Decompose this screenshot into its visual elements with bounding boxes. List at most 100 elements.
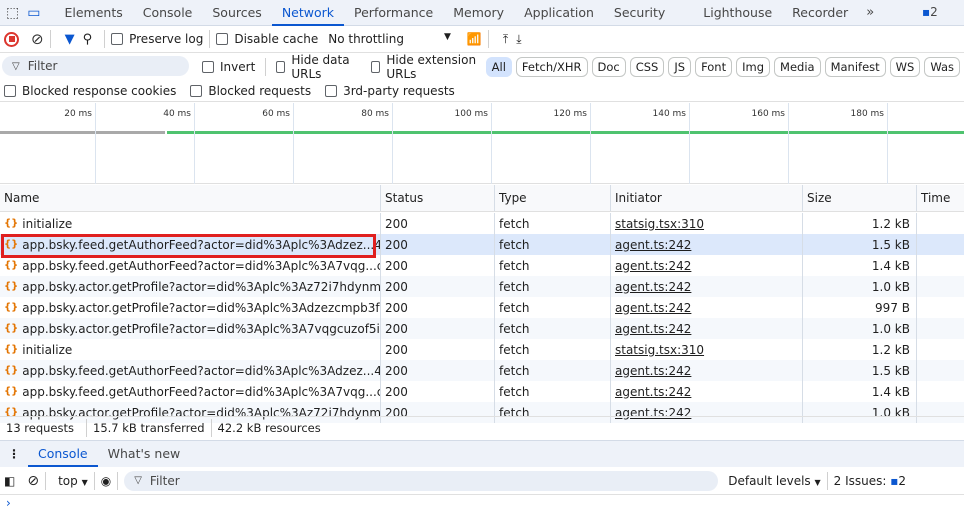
cell-text: 1.2 kB bbox=[871, 342, 910, 357]
table-row[interactable]: {} initialize 200 fetch statsig.tsx:310 1.2 k… bbox=[0, 213, 964, 234]
request-name[interactable]: app.bsky.actor.getProfile?actor=did%3Apl… bbox=[22, 301, 380, 315]
initiator-link[interactable]: agent.ts:242 bbox=[615, 364, 691, 378]
initiator-link[interactable]: agent.ts:242 bbox=[615, 259, 691, 273]
tab-recorder[interactable]: Recorder bbox=[782, 0, 858, 26]
initiator-link[interactable]: agent.ts:242 bbox=[615, 238, 691, 252]
initiator-link[interactable]: agent.ts:242 bbox=[615, 301, 691, 315]
filter-chip-all[interactable]: All bbox=[485, 56, 512, 77]
cell-initiator[interactable]: agent.ts:242 bbox=[610, 318, 802, 339]
filter-chip-img[interactable]: Img bbox=[736, 56, 771, 77]
request-name[interactable]: app.bsky.feed.getAuthorFeed?actor=did%3A… bbox=[22, 364, 380, 378]
table-row[interactable]: {} app.bsky.actor.getProfile?actor=did%3A… bbox=[0, 318, 964, 339]
inspect-element-icon[interactable]: ⬚ bbox=[6, 5, 19, 21]
drawer-menu-icon[interactable]: ⋮ bbox=[0, 447, 28, 461]
column-header-time[interactable]: Time bbox=[916, 185, 964, 211]
blocked-response-cookies-checkbox[interactable]: Blocked response cookies bbox=[4, 84, 176, 98]
tab-whats-new[interactable]: What's new bbox=[98, 441, 191, 467]
table-row[interactable]: {} app.bsky.actor.getProfile?actor=did%3A… bbox=[0, 276, 964, 297]
initiator-link[interactable]: statsig.tsx:310 bbox=[615, 343, 704, 357]
disable-cache-checkbox[interactable]: Disable cache bbox=[216, 32, 318, 46]
column-header-size[interactable]: Size bbox=[802, 185, 916, 211]
column-header-initiator[interactable]: Initiator bbox=[610, 185, 802, 211]
initiator-link[interactable]: agent.ts:242 bbox=[615, 280, 691, 294]
cell-text: 200 bbox=[385, 300, 408, 315]
column-header-status[interactable]: Status bbox=[380, 185, 494, 211]
tab-security[interactable]: Security bbox=[604, 0, 675, 26]
filter-chip-doc[interactable]: Doc bbox=[591, 56, 626, 77]
filter-chip-media[interactable]: Media bbox=[774, 56, 821, 77]
request-name[interactable]: app.bsky.actor.getProfile?actor=did%3Apl… bbox=[22, 280, 380, 294]
tab-lighthouse[interactable]: Lighthouse bbox=[693, 0, 782, 26]
sidebar-toggle-icon[interactable]: ◧ bbox=[4, 474, 15, 488]
table-row[interactable]: {} app.bsky.feed.getAuthorFeed?actor=did%… bbox=[0, 255, 964, 276]
tab-console[interactable]: Console bbox=[133, 0, 203, 26]
filter-chip-css[interactable]: CSS bbox=[629, 56, 665, 77]
export-har-icon[interactable]: ⤓ bbox=[516, 32, 521, 47]
filter-chip-was[interactable]: Was bbox=[924, 56, 960, 77]
cell-initiator[interactable]: agent.ts:242 bbox=[610, 255, 802, 276]
cell-initiator[interactable]: agent.ts:242 bbox=[610, 381, 802, 402]
import-har-icon[interactable]: ⤒ bbox=[503, 32, 508, 47]
tab-elements[interactable]: Elements bbox=[54, 0, 132, 26]
cell-type: fetch bbox=[494, 381, 610, 402]
overview-timeline[interactable]: 20 ms 40 ms 60 ms 80 ms 100 ms 120 ms 140 ms 16… bbox=[0, 103, 964, 184]
tab-performance[interactable]: Performance bbox=[344, 0, 443, 26]
cell-initiator[interactable]: agent.ts:242 bbox=[610, 360, 802, 381]
request-name[interactable]: initialize bbox=[22, 217, 72, 231]
cell-initiator[interactable]: agent.ts:242 bbox=[610, 276, 802, 297]
tab-sources[interactable]: Sources bbox=[202, 0, 271, 26]
timeline-tick-label: 140 ms bbox=[652, 109, 687, 119]
timeline-tick-label: 180 ms bbox=[850, 109, 885, 119]
issues-badge[interactable]: ▪2 bbox=[922, 5, 938, 19]
filter-chip-js[interactable]: JS bbox=[668, 56, 692, 77]
tab-network[interactable]: Network bbox=[271, 0, 345, 26]
blocked-requests-checkbox[interactable]: Blocked requests bbox=[190, 84, 311, 98]
clear-console-icon[interactable]: ⊘ bbox=[27, 473, 39, 489]
throttling-select[interactable]: No throttling ▼ bbox=[328, 32, 451, 46]
context-select[interactable]: top ▼ bbox=[58, 474, 88, 488]
column-header-type[interactable]: Type bbox=[494, 185, 610, 211]
preserve-log-checkbox[interactable]: Preserve log bbox=[111, 32, 203, 46]
third-party-requests-checkbox[interactable]: 3rd-party requests bbox=[325, 84, 455, 98]
cell-initiator[interactable]: agent.ts:242 bbox=[610, 234, 802, 255]
table-row[interactable]: {} app.bsky.feed.getAuthorFeed?actor=did%… bbox=[0, 360, 964, 381]
request-name[interactable]: app.bsky.feed.getAuthorFeed?actor=did%3A… bbox=[22, 259, 380, 273]
search-icon[interactable]: ⚲ bbox=[83, 32, 93, 47]
request-name[interactable]: initialize bbox=[22, 343, 72, 357]
more-tabs-icon[interactable]: » bbox=[866, 5, 874, 20]
filter-funnel-icon[interactable]: ▼ bbox=[65, 32, 75, 47]
table-row[interactable]: {} initialize 200 fetch statsig.tsx:310 1.2 k… bbox=[0, 339, 964, 360]
record-icon[interactable] bbox=[4, 31, 19, 47]
timeline-tick-label: 20 bbox=[923, 109, 964, 119]
console-filter-input[interactable]: ▽ Filter bbox=[124, 470, 719, 491]
request-name[interactable]: app.bsky.actor.getProfile?actor=did%3Apl… bbox=[22, 322, 380, 336]
initiator-link[interactable]: statsig.tsx:310 bbox=[615, 217, 704, 231]
filter-chip-font[interactable]: Font bbox=[695, 56, 733, 77]
network-conditions-icon[interactable]: 📶 bbox=[467, 32, 482, 46]
tab-application[interactable]: Application bbox=[514, 0, 604, 26]
tab-console-drawer[interactable]: Console bbox=[28, 441, 98, 467]
tab-memory[interactable]: Memory bbox=[443, 0, 514, 26]
hide-extension-urls-checkbox[interactable]: Hide extension URLs bbox=[370, 53, 478, 81]
cell-name: {} initialize bbox=[0, 339, 380, 360]
device-toolbar-icon[interactable]: ▭ bbox=[27, 5, 40, 21]
table-row[interactable]: {} app.bsky.actor.getProfile?actor=did%3A… bbox=[0, 297, 964, 318]
filter-chip-ws[interactable]: WS bbox=[889, 56, 921, 77]
filter-input[interactable]: ▽ Filter bbox=[2, 56, 189, 76]
log-levels-select[interactable]: Default levels ▼ bbox=[728, 474, 820, 488]
issues-link[interactable]: 2 Issues: ▪2 bbox=[834, 474, 906, 488]
live-expression-eye-icon[interactable]: ◉ bbox=[101, 474, 111, 488]
hide-data-urls-checkbox[interactable]: Hide data URLs bbox=[276, 53, 359, 81]
filter-chip-manifest[interactable]: Manifest bbox=[824, 56, 886, 77]
cell-initiator[interactable]: statsig.tsx:310 bbox=[610, 339, 802, 360]
cell-initiator[interactable]: statsig.tsx:310 bbox=[610, 213, 802, 234]
clear-icon[interactable]: ⊘ bbox=[31, 30, 44, 48]
request-name[interactable]: app.bsky.feed.getAuthorFeed?actor=did%3A… bbox=[22, 385, 380, 399]
column-header-name[interactable]: Name bbox=[0, 185, 380, 211]
filter-chip-fetchxhr[interactable]: Fetch/XHR bbox=[515, 56, 588, 77]
initiator-link[interactable]: agent.ts:242 bbox=[615, 385, 691, 399]
table-row[interactable]: {} app.bsky.feed.getAuthorFeed?actor=did%… bbox=[0, 381, 964, 402]
invert-checkbox[interactable]: Invert bbox=[202, 60, 255, 74]
cell-initiator[interactable]: agent.ts:242 bbox=[610, 297, 802, 318]
initiator-link[interactable]: agent.ts:242 bbox=[615, 322, 691, 336]
